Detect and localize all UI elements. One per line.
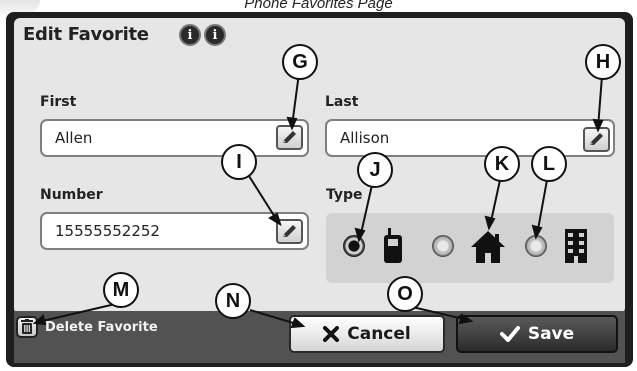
callout-m: M	[103, 272, 139, 308]
callout-k: K	[484, 146, 520, 182]
callout-l: L	[531, 146, 567, 182]
callout-h: H	[585, 44, 621, 80]
callout-n: N	[215, 283, 251, 319]
callout-i: I	[221, 144, 257, 180]
callout-j: J	[357, 152, 393, 188]
callout-o: O	[387, 276, 423, 312]
callout-g: G	[282, 44, 318, 80]
callout-leader-lines	[32, 72, 604, 329]
